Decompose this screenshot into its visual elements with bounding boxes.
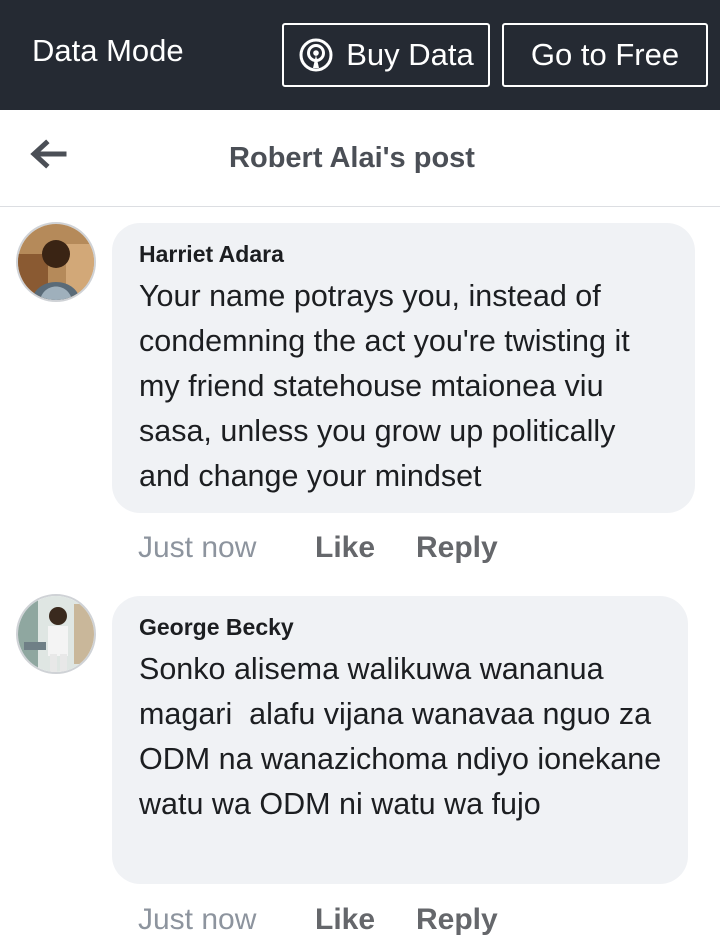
post-header: Robert Alai's post: [0, 110, 720, 207]
avatar-photo: [18, 596, 94, 672]
comment-author[interactable]: Harriet Adara: [139, 241, 669, 268]
reply-button[interactable]: Reply: [416, 903, 498, 937]
comment-timestamp: Just now: [138, 903, 257, 936]
buy-data-label: Buy Data: [346, 37, 474, 72]
reply-button[interactable]: Reply: [416, 531, 498, 565]
go-to-free-label: Go to Free: [530, 37, 680, 72]
page-title: Robert Alai's post: [229, 142, 475, 174]
avatar[interactable]: [16, 594, 96, 674]
comment-actions: Just now Like Reply: [138, 531, 498, 565]
comment-actions: Just now Like Reply: [138, 903, 498, 937]
comment-author[interactable]: George Becky: [139, 614, 662, 641]
comment-bubble: Harriet Adara Your name potrays you, ins…: [112, 223, 695, 513]
like-button[interactable]: Like: [315, 531, 416, 565]
go-to-free-button[interactable]: Go to Free: [502, 23, 708, 87]
buy-data-button[interactable]: Buy Data: [282, 23, 490, 87]
comment-text: Sonko alisema walikuwa wananua magari al…: [139, 652, 670, 821]
comment-timestamp: Just now: [138, 531, 257, 564]
broadcast-icon: [299, 38, 333, 72]
comment-text: Your name potrays you, instead of condem…: [139, 279, 639, 493]
avatar-photo: [18, 224, 94, 300]
like-button[interactable]: Like: [315, 903, 416, 937]
data-mode-bar: Data Mode Buy Data Go to Free: [0, 0, 720, 110]
comment-bubble: George Becky Sonko alisema walikuwa wana…: [112, 596, 688, 884]
avatar[interactable]: [16, 222, 96, 302]
data-mode-label: Data Mode: [32, 33, 184, 68]
